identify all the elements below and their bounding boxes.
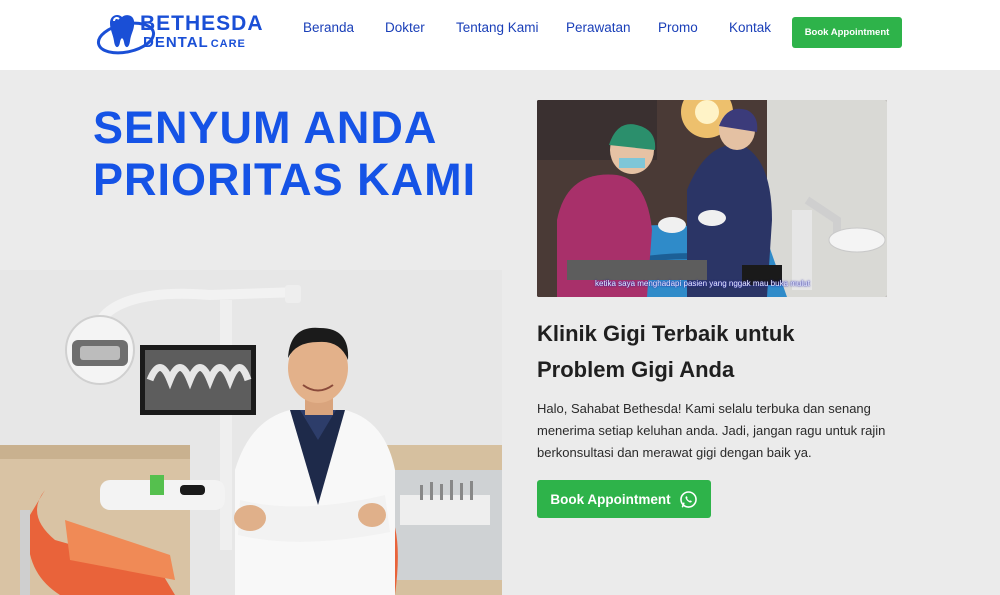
whatsapp-icon (679, 490, 697, 508)
nav-item-beranda[interactable]: Beranda (303, 20, 354, 35)
header-book-appointment-button[interactable]: Book Appointment (792, 17, 902, 48)
hero-paragraph: Halo, Sahabat Bethesda! Kami selalu terb… (537, 401, 886, 460)
nav-item-tentang-kami[interactable]: Tentang Kami (456, 20, 539, 35)
hero-headline: SENYUM ANDA PRIORITAS KAMI (93, 102, 476, 206)
nav-item-promo[interactable]: Promo (658, 20, 698, 35)
nav-item-kontak[interactable]: Kontak (729, 20, 771, 35)
brand-logo[interactable]: BETHESDA DENTAL CARE (96, 9, 263, 59)
clinic-video-thumbnail[interactable] (537, 100, 887, 297)
video-caption: ketika saya menghadapi pasien yang nggak… (595, 279, 810, 288)
site-header: BETHESDA DENTAL CARE Beranda Dokter Tenta… (0, 0, 1000, 70)
hero-headline-line1: SENYUM ANDA (93, 102, 438, 153)
hero-book-appointment-label: Book Appointment (550, 491, 671, 507)
brand-name: BETHESDA (140, 12, 264, 35)
hero-headline-line2: PRIORITAS KAMI (93, 154, 477, 205)
nav-item-perawatan[interactable]: Perawatan (566, 20, 631, 35)
nav-item-dokter[interactable]: Dokter (385, 20, 425, 35)
hero-subheading-line2: Problem Gigi Anda (537, 357, 735, 382)
brand-subname-suffix: CARE (210, 38, 246, 50)
hero-subheading: Klinik Gigi Terbaik untuk Problem Gigi A… (537, 316, 857, 388)
brand-subname-main: DENTAL (143, 34, 209, 51)
brand-subname: DENTAL CARE (143, 34, 246, 51)
doctor-photo (0, 270, 502, 595)
hero-subheading-line1: Klinik Gigi Terbaik untuk (537, 321, 795, 346)
hero-book-appointment-button[interactable]: Book Appointment (537, 480, 711, 518)
